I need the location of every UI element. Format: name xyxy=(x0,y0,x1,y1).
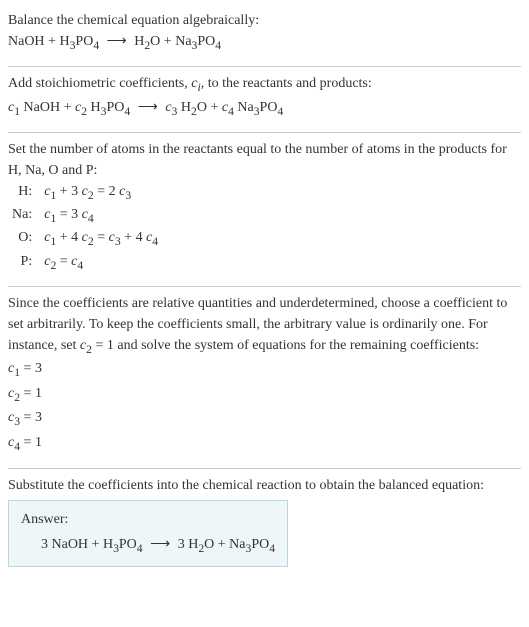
eq-text: + 3 xyxy=(56,184,81,199)
atom-label-o: O: xyxy=(8,227,40,250)
eq-part: PO xyxy=(251,537,269,552)
divider xyxy=(8,66,521,67)
coeff-sub: 4 xyxy=(88,212,94,225)
species-h: H xyxy=(177,100,191,115)
prompt-text: Balance the chemical equation algebraica… xyxy=(8,10,521,31)
coeff-sub: 4 xyxy=(152,235,158,248)
species-po: PO xyxy=(107,100,125,115)
table-row: Na: c1 = 3 c4 xyxy=(8,204,162,227)
plus: + xyxy=(60,100,75,115)
species-na3po4-po: PO xyxy=(197,34,215,49)
solution-c2: c2 = 1 xyxy=(8,383,521,407)
step-text: Since the coefficients are relative quan… xyxy=(8,293,521,358)
coeff-sub: 3 xyxy=(125,189,131,202)
reaction-arrow-icon: ⟶ xyxy=(138,100,158,115)
plus: + xyxy=(207,100,222,115)
atom-label-na: Na: xyxy=(8,204,40,227)
eq-value: = 1 xyxy=(20,386,42,401)
eq-text: = xyxy=(94,230,109,245)
plus: + xyxy=(45,34,60,49)
species-na: Na xyxy=(234,100,254,115)
divider xyxy=(8,286,521,287)
table-row: O: c1 + 4 c2 = c3 + 4 c4 xyxy=(8,227,162,250)
species-po: PO xyxy=(260,100,278,115)
sub-4: 4 xyxy=(215,39,221,52)
section-solve: Since the coefficients are relative quan… xyxy=(8,291,521,464)
table-row: H: c1 + 3 c2 = 2 c3 xyxy=(8,181,162,204)
eq-part: O + Na xyxy=(204,537,245,552)
reaction-arrow-icon: ⟶ xyxy=(107,34,127,49)
section-atom-equations: Set the number of atoms in the reactants… xyxy=(8,137,521,282)
divider xyxy=(8,468,521,469)
section-answer: Substitute the coefficients into the che… xyxy=(8,473,521,574)
atom-label-p: P: xyxy=(8,251,40,274)
species-h: H xyxy=(87,100,101,115)
solution-c4: c4 = 1 xyxy=(8,432,521,456)
section-add-coefficients: Add stoichiometric coefficients, ci, to … xyxy=(8,71,521,128)
species-naoh: NaOH xyxy=(20,100,60,115)
text-part: , to the reactants and products: xyxy=(201,76,372,91)
coeff-sub: 4 xyxy=(77,259,83,272)
divider xyxy=(8,132,521,133)
sub: 4 xyxy=(269,542,275,555)
atom-equation-o: c1 + 4 c2 = c3 + 4 c4 xyxy=(40,227,162,250)
eq-text: = 2 xyxy=(94,184,119,199)
sub: 4 xyxy=(277,104,283,117)
solution-c1: c1 = 3 xyxy=(8,358,521,382)
atom-equation-na: c1 = 3 c4 xyxy=(40,204,162,227)
atom-balance-table: H: c1 + 3 c2 = 2 c3 Na: c1 = 3 c4 O: c1 … xyxy=(8,181,162,274)
eq-text: = xyxy=(56,254,71,269)
species-h3po4-po: PO xyxy=(75,34,93,49)
coeff-equation: c1 NaOH + c2 H3PO4 ⟶ c3 H2O + c4 Na3PO4 xyxy=(8,97,521,120)
reaction-arrow-icon: ⟶ xyxy=(150,537,170,552)
eq-part: PO xyxy=(119,537,137,552)
eq-text: + 4 xyxy=(121,230,146,245)
atom-equation-p: c2 = c4 xyxy=(40,251,162,274)
step-text: Add stoichiometric coefficients, ci, to … xyxy=(8,73,521,96)
balanced-equation: 3 NaOH + H3PO4 ⟶ 3 H2O + Na3PO4 xyxy=(21,534,275,557)
species-h2o-h: H xyxy=(134,34,144,49)
solution-c3: c3 = 3 xyxy=(8,407,521,431)
sub-4: 4 xyxy=(93,39,99,52)
eq-text: + 4 xyxy=(56,230,81,245)
eq-value: = 1 xyxy=(20,435,42,450)
eq-value: = 3 xyxy=(20,361,42,376)
step-text: Set the number of atoms in the reactants… xyxy=(8,139,521,181)
sub: 4 xyxy=(124,104,130,117)
answer-box: Answer: 3 NaOH + H3PO4 ⟶ 3 H2O + Na3PO4 xyxy=(8,500,288,566)
species-naoh: NaOH xyxy=(8,34,45,49)
step-text: Substitute the coefficients into the che… xyxy=(8,475,521,496)
plus: + xyxy=(160,34,175,49)
eq-value: = 3 xyxy=(20,410,42,425)
answer-label: Answer: xyxy=(21,509,275,530)
unbalanced-equation: NaOH + H3PO4 ⟶ H2O + Na3PO4 xyxy=(8,31,521,54)
species-na3po4-na: Na xyxy=(175,34,191,49)
atom-equation-h: c1 + 3 c2 = 2 c3 xyxy=(40,181,162,204)
text-part: = 1 and solve the system of equations fo… xyxy=(92,338,479,353)
species-h2o-o: O xyxy=(150,34,160,49)
sub: 4 xyxy=(137,542,143,555)
atom-label-h: H: xyxy=(8,181,40,204)
species-h3po4-h: H xyxy=(59,34,69,49)
eq-part: 3 NaOH + H xyxy=(41,537,113,552)
species-o: O xyxy=(197,100,207,115)
table-row: P: c2 = c4 xyxy=(8,251,162,274)
eq-text: = 3 xyxy=(56,207,81,222)
section-balance-prompt: Balance the chemical equation algebraica… xyxy=(8,8,521,62)
text-part: Add stoichiometric coefficients, xyxy=(8,76,191,91)
eq-part: 3 H xyxy=(178,537,199,552)
